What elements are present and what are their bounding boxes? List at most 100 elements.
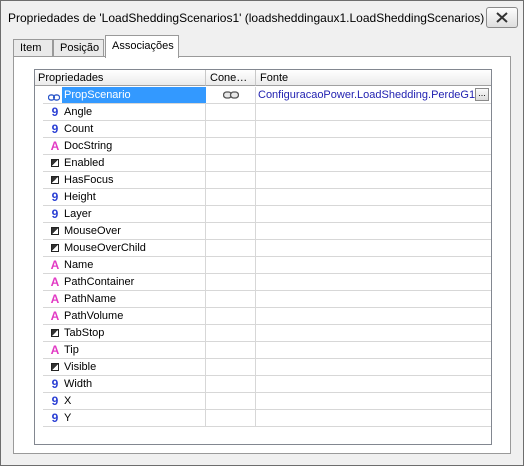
fonte-cell[interactable]: [256, 223, 491, 240]
table-row[interactable]: A Name: [35, 257, 491, 274]
table-row[interactable]: Enabled: [35, 155, 491, 172]
fonte-cell[interactable]: [256, 104, 491, 121]
property-cell[interactable]: Enabled: [43, 155, 206, 172]
table-row[interactable]: A PathVolume: [35, 308, 491, 325]
string-type-icon: A: [50, 343, 60, 357]
table-row[interactable]: HasFocus: [35, 172, 491, 189]
connection-cell[interactable]: [206, 121, 256, 138]
property-cell[interactable]: Visible: [43, 359, 206, 376]
table-row[interactable]: 9 Width: [35, 376, 491, 393]
connection-cell[interactable]: [206, 376, 256, 393]
connection-cell[interactable]: [206, 291, 256, 308]
property-cell[interactable]: 9Y: [43, 410, 206, 427]
connection-cell[interactable]: [206, 308, 256, 325]
property-cell[interactable]: 9X: [43, 393, 206, 410]
property-cell[interactable]: 9 Width: [43, 376, 206, 393]
table-row[interactable]: A Tip: [35, 342, 491, 359]
table-row[interactable]: A PathName: [35, 291, 491, 308]
property-name: Y: [64, 412, 72, 424]
property-cell[interactable]: A Tip: [43, 342, 206, 359]
browse-button[interactable]: ...: [475, 88, 489, 101]
fonte-cell[interactable]: [256, 240, 491, 257]
connection-cell[interactable]: [206, 155, 256, 172]
connection-cell[interactable]: [206, 393, 256, 410]
connection-cell[interactable]: [206, 359, 256, 376]
table-row[interactable]: Visible: [35, 359, 491, 376]
fonte-cell[interactable]: [256, 342, 491, 359]
close-button[interactable]: [486, 7, 518, 28]
number-type-icon: 9: [51, 411, 59, 425]
fonte-cell[interactable]: [256, 138, 491, 155]
fonte-cell[interactable]: ConfiguracaoPower.LoadShedding.PerdeG1..…: [256, 87, 491, 104]
table-row[interactable]: A DocString: [35, 138, 491, 155]
connection-cell[interactable]: [206, 342, 256, 359]
table-row[interactable]: TabStop: [35, 325, 491, 342]
property-cell[interactable]: A PathVolume: [43, 308, 206, 325]
property-cell[interactable]: HasFocus: [43, 172, 206, 189]
string-type-icon: A: [50, 292, 60, 306]
fonte-cell[interactable]: [256, 206, 491, 223]
table-row[interactable]: 9 Height: [35, 189, 491, 206]
property-name: TabStop: [64, 327, 105, 339]
boolean-type-icon: [51, 244, 59, 252]
header-propriedades[interactable]: Propriedades: [35, 70, 206, 86]
table-row[interactable]: 9 Count: [35, 121, 491, 138]
title-bar[interactable]: Propriedades de 'LoadSheddingScenarios1'…: [1, 1, 523, 33]
property-cell[interactable]: MouseOver: [43, 223, 206, 240]
property-cell[interactable]: PropScenario: [43, 87, 206, 104]
property-cell[interactable]: 9 Height: [43, 189, 206, 206]
property-cell[interactable]: 9 Layer: [43, 206, 206, 223]
table-row[interactable]: MouseOverChild: [35, 240, 491, 257]
connection-cell[interactable]: [206, 138, 256, 155]
property-cell[interactable]: 9 Count: [43, 121, 206, 138]
connection-cell[interactable]: [206, 172, 256, 189]
fonte-cell[interactable]: [256, 410, 491, 427]
fonte-cell[interactable]: [256, 155, 491, 172]
table-row[interactable]: 9X: [35, 393, 491, 410]
fonte-cell[interactable]: [256, 291, 491, 308]
header-conexao[interactable]: Cone…: [206, 70, 256, 86]
fonte-cell[interactable]: [256, 274, 491, 291]
table-row[interactable]: PropScenario ConfiguracaoPower.LoadSheddi…: [35, 87, 491, 104]
property-name: Name: [64, 259, 94, 271]
fonte-cell[interactable]: [256, 325, 491, 342]
property-cell[interactable]: 9 Angle: [43, 104, 206, 121]
tab-associacoes[interactable]: Associações: [105, 35, 179, 58]
connection-cell[interactable]: [206, 189, 256, 206]
property-cell[interactable]: MouseOverChild: [43, 240, 206, 257]
connection-cell[interactable]: [206, 410, 256, 427]
property-cell[interactable]: A Name: [43, 257, 206, 274]
property-cell[interactable]: A DocString: [43, 138, 206, 155]
connection-cell[interactable]: [206, 206, 256, 223]
tab-item[interactable]: Item: [13, 39, 53, 57]
connection-cell[interactable]: [206, 325, 256, 342]
fonte-cell[interactable]: [256, 257, 491, 274]
fonte-cell[interactable]: [256, 393, 491, 410]
window-title: Propriedades de 'LoadSheddingScenarios1'…: [8, 11, 485, 25]
connection-cell[interactable]: [206, 240, 256, 257]
tab-panel: Propriedades Cone… Fonte PropScenario Con…: [13, 56, 511, 454]
header-fonte[interactable]: Fonte: [256, 70, 491, 86]
table-row[interactable]: 9 Angle: [35, 104, 491, 121]
fonte-cell[interactable]: [256, 376, 491, 393]
connection-cell[interactable]: [206, 223, 256, 240]
property-cell[interactable]: TabStop: [43, 325, 206, 342]
connection-cell[interactable]: [206, 104, 256, 121]
connection-cell[interactable]: [206, 257, 256, 274]
tab-posicao[interactable]: Posição: [53, 39, 104, 57]
table-row[interactable]: 9 Layer: [35, 206, 491, 223]
property-cell[interactable]: A PathName: [43, 291, 206, 308]
property-name: DocString: [64, 140, 113, 152]
fonte-cell[interactable]: [256, 308, 491, 325]
fonte-cell[interactable]: [256, 172, 491, 189]
property-name: Visible: [64, 361, 97, 373]
connection-cell[interactable]: [206, 274, 256, 291]
fonte-cell[interactable]: [256, 189, 491, 206]
fonte-cell[interactable]: [256, 359, 491, 376]
table-row[interactable]: 9Y: [35, 410, 491, 427]
table-row[interactable]: A PathContainer: [35, 274, 491, 291]
property-cell[interactable]: A PathContainer: [43, 274, 206, 291]
connection-cell[interactable]: [206, 87, 256, 104]
fonte-cell[interactable]: [256, 121, 491, 138]
table-row[interactable]: MouseOver: [35, 223, 491, 240]
